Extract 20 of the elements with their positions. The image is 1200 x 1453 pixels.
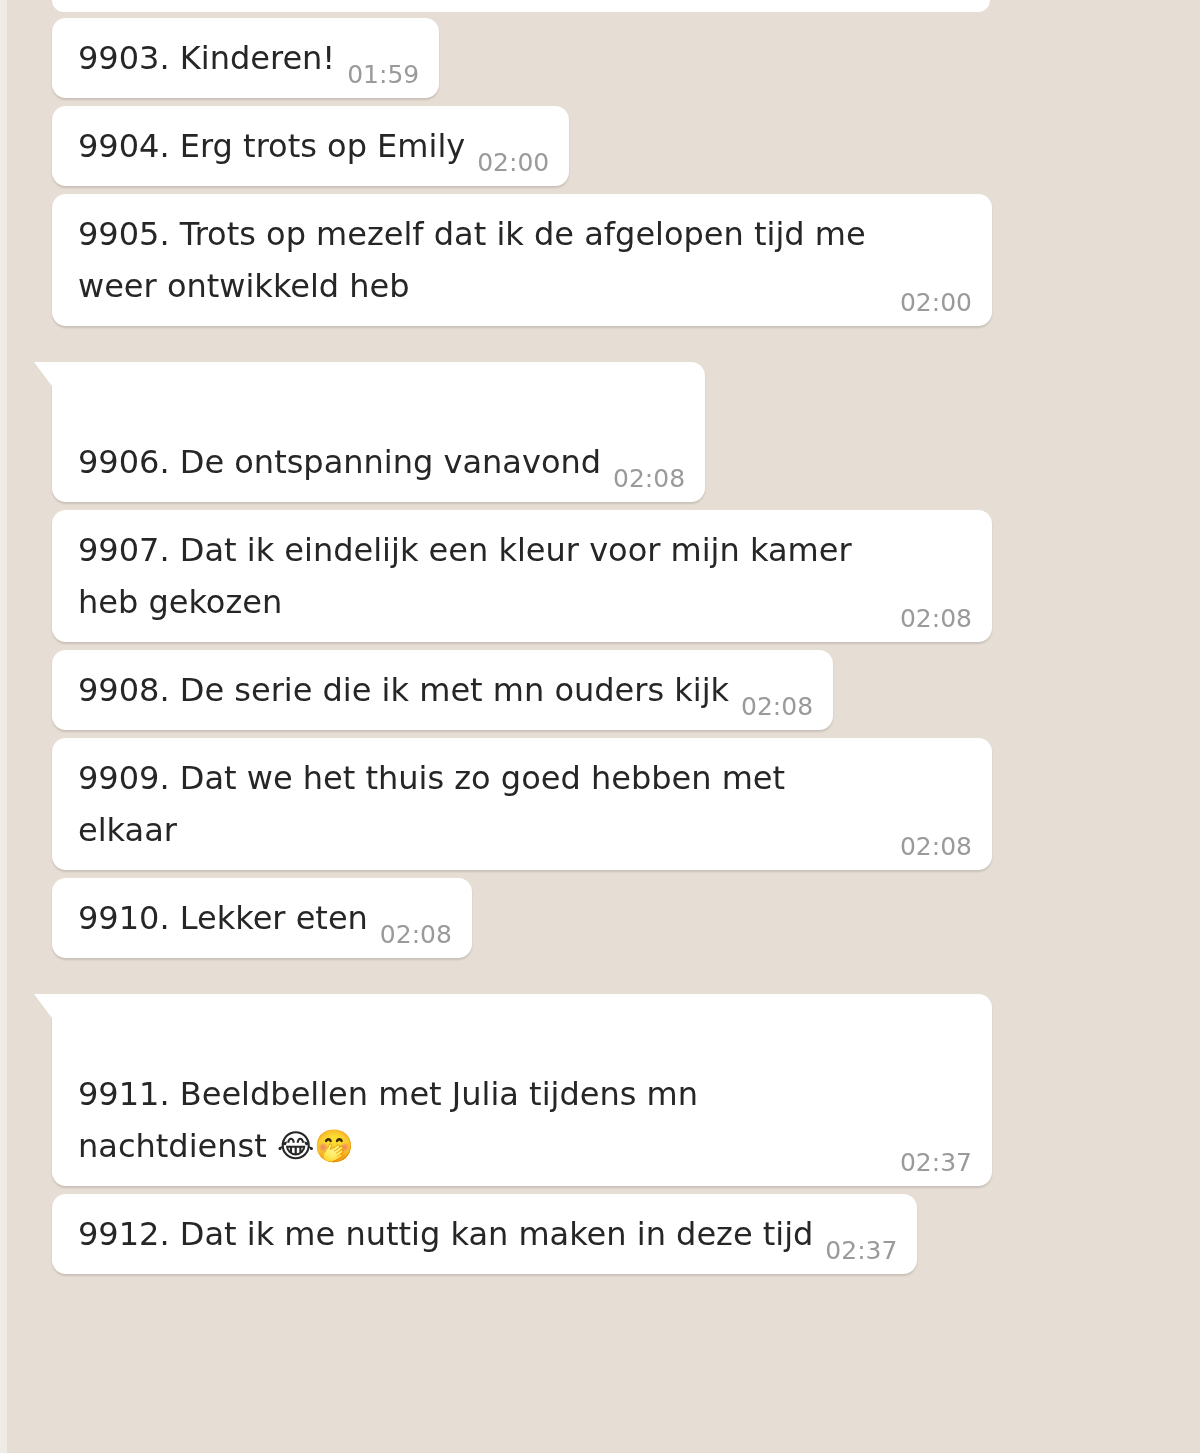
- message-time: 02:37: [825, 1236, 898, 1266]
- message-time: 02:37: [899, 1148, 972, 1178]
- message-time: 02:08: [741, 692, 814, 722]
- message-text: 9904. Erg trots op Emily: [78, 127, 466, 165]
- message-time: 02:08: [899, 604, 972, 634]
- message-time: 02:00: [477, 148, 550, 178]
- message-text: 9908. De serie die ik met mn ouders kijk: [78, 671, 730, 709]
- message-time: 02:08: [613, 464, 686, 494]
- message-time: 02:00: [899, 288, 972, 318]
- message-text: 9903. Kinderen!: [78, 39, 336, 77]
- message-text: 9910. Lekker eten: [78, 899, 368, 937]
- message-time: 02:08: [899, 832, 972, 862]
- message-text: 9911. Beeldbellen met Julia tijdens mn nachtdienst 😂🤭: [78, 1075, 698, 1165]
- message-text: 9906. De ontspanning vanavond: [78, 443, 602, 481]
- message-text: 9912. Dat ik me nuttig kan maken in deze tijd: [78, 1215, 814, 1253]
- message-text: 9909. Dat we het thuis zo goed hebben met elkaar: [78, 759, 786, 849]
- message-text: 9905. Trots op mezelf dat ik de afgelopen tijd me weer ontwikkeld heb: [78, 215, 866, 305]
- message-time: 02:08: [379, 920, 452, 950]
- message-time: 01:59: [347, 60, 420, 90]
- message-text: 9907. Dat ik eindelijk een kleur voor mijn kamer heb gekozen: [78, 531, 852, 621]
